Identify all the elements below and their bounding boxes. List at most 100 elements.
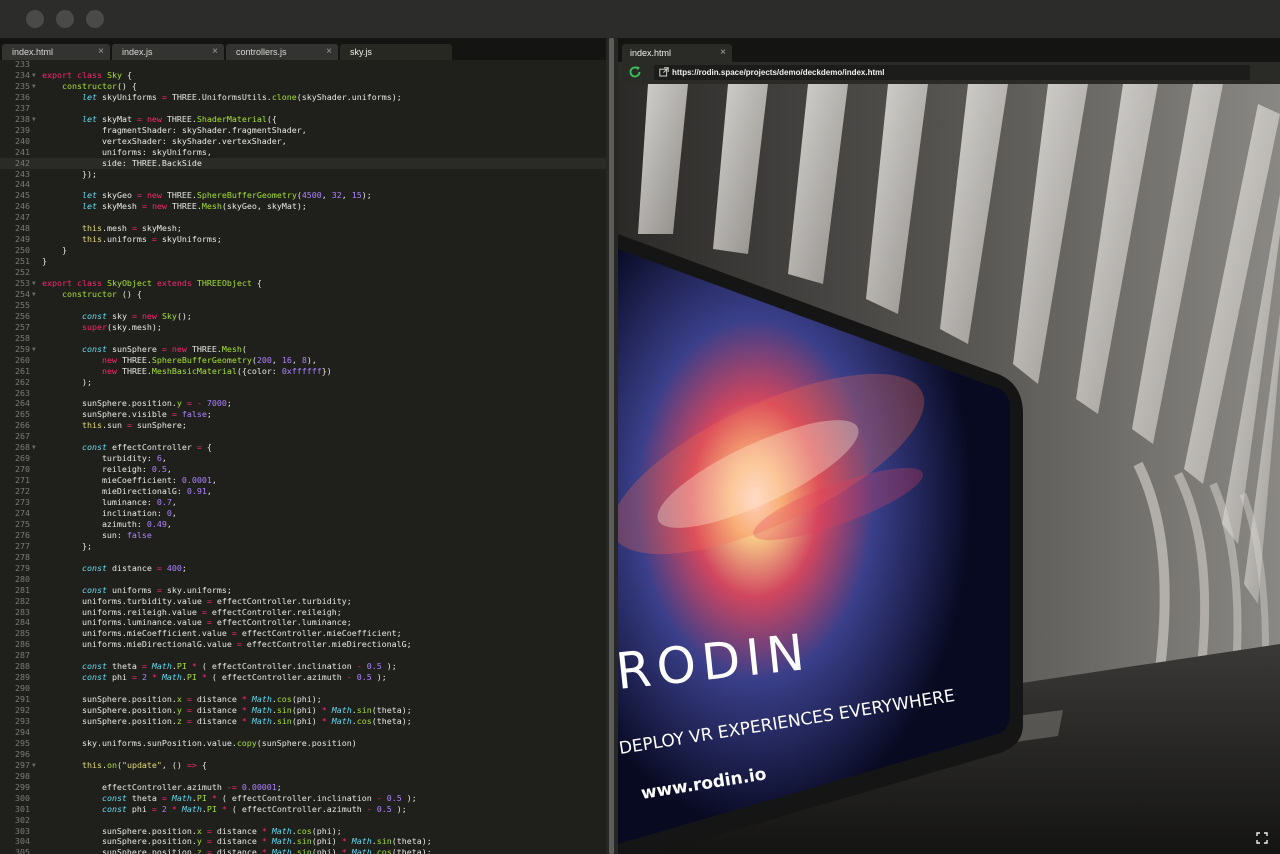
code-line[interactable]: 248 this.mesh = skyMesh;	[0, 223, 606, 234]
code-line[interactable]: 283 uniforms.reileigh.value = effectCont…	[0, 607, 606, 618]
code-line[interactable]: 278	[0, 552, 606, 563]
code-line[interactable]: 263	[0, 388, 606, 399]
code-line[interactable]: 287	[0, 650, 606, 661]
minimize-window-button[interactable]	[56, 10, 74, 28]
code-editor[interactable]: 233 234 ▼ export class Sky {235 ▼ constructo…	[0, 60, 606, 854]
code-line[interactable]: 292 sunSphere.position.y = distance * Ma…	[0, 705, 606, 716]
code-line[interactable]: 277 };	[0, 541, 606, 552]
code-line[interactable]: 305 sunSphere.position.z = distance * Ma…	[0, 847, 606, 854]
code-line[interactable]: 235 ▼ constructor() {	[0, 81, 606, 92]
code-line[interactable]: 256 const sky = new Sky();	[0, 311, 606, 322]
code-line[interactable]: 234 ▼ export class Sky {	[0, 70, 606, 81]
code-line[interactable]: 284 uniforms.luminance.value = effectCon…	[0, 617, 606, 628]
code-line[interactable]: 236 let skyUniforms = THREE.UniformsUtil…	[0, 92, 606, 103]
code-line[interactable]: 298	[0, 771, 606, 782]
code-line[interactable]: 302	[0, 815, 606, 826]
close-icon[interactable]: ×	[326, 46, 332, 57]
close-icon[interactable]: ×	[98, 46, 104, 57]
code-line[interactable]: 245 let skyGeo = new THREE.SphereBufferG…	[0, 190, 606, 201]
code-line[interactable]: 252	[0, 267, 606, 278]
maximize-window-button[interactable]	[86, 10, 104, 28]
code-line[interactable]: 282 uniforms.turbidity.value = effectCon…	[0, 596, 606, 607]
code-line[interactable]: 303 sunSphere.position.x = distance * Ma…	[0, 826, 606, 837]
code-line[interactable]: 276 sun: false	[0, 530, 606, 541]
fold-arrow-icon[interactable]: ▼	[32, 344, 36, 355]
code-line[interactable]: 273 luminance: 0.7,	[0, 497, 606, 508]
code-line[interactable]: 296	[0, 749, 606, 760]
code-line[interactable]: 293 sunSphere.position.z = distance * Ma…	[0, 716, 606, 727]
vr-scene-viewport[interactable]: RODIN DEPLOY VR EXPERIENCES EVERYWHERE w…	[618, 84, 1280, 854]
fold-arrow-icon[interactable]: ▼	[32, 278, 36, 289]
code-line[interactable]: 279 const distance = 400;	[0, 563, 606, 574]
address-bar[interactable]: https://rodin.space/projects/demo/deckde…	[654, 65, 1250, 80]
code-line[interactable]: 297 ▼ this.on("update", () => {	[0, 760, 606, 771]
code-line[interactable]: 295 sky.uniforms.sunPosition.value.copy(…	[0, 738, 606, 749]
editor-tab-index-html[interactable]: index.html ×	[2, 44, 110, 60]
code-line[interactable]: 299 effectController.azimuth -= 0.00001;	[0, 782, 606, 793]
code-line[interactable]: 264 sunSphere.position.y = - 7000;	[0, 398, 606, 409]
code-line[interactable]: 304 sunSphere.position.y = distance * Ma…	[0, 836, 606, 847]
code-line[interactable]: 240 vertexShader: skyShader.vertexShader…	[0, 136, 606, 147]
fold-arrow-icon[interactable]: ▼	[32, 760, 36, 771]
code-line[interactable]: 294	[0, 727, 606, 738]
code-line[interactable]: 270 reileigh: 0.5,	[0, 464, 606, 475]
code-line[interactable]: 300 const theta = Math.PI * ( effectCont…	[0, 793, 606, 804]
code-line[interactable]: 291 sunSphere.position.x = distance * Ma…	[0, 694, 606, 705]
code-line[interactable]: 269 turbidity: 6,	[0, 453, 606, 464]
editor-tab-controllers-js[interactable]: controllers.js ×	[226, 44, 338, 60]
editor-scrollbar[interactable]	[609, 38, 614, 854]
fold-arrow-icon[interactable]: ▼	[32, 289, 36, 300]
code-line[interactable]: 290	[0, 683, 606, 694]
code-line[interactable]: 244	[0, 179, 606, 190]
code-line[interactable]: 253 ▼ export class SkyObject extends THREE…	[0, 278, 606, 289]
browser-tab-index-html[interactable]: index.html ×	[622, 44, 732, 62]
code-line[interactable]: 243 });	[0, 169, 606, 180]
close-icon[interactable]: ×	[212, 46, 218, 57]
code-line[interactable]: 251}	[0, 256, 606, 267]
code-line[interactable]: 255	[0, 300, 606, 311]
code-line[interactable]: 267	[0, 431, 606, 442]
code-line[interactable]: 250 }	[0, 245, 606, 256]
code-line[interactable]: 249 this.uniforms = skyUniforms;	[0, 234, 606, 245]
code-line[interactable]: 254 ▼ constructor () {	[0, 289, 606, 300]
code-line[interactable]: 261 new THREE.MeshBasicMaterial({color: …	[0, 366, 606, 377]
fullscreen-icon[interactable]	[1256, 832, 1268, 844]
code-line[interactable]: 281 const uniforms = sky.uniforms;	[0, 585, 606, 596]
code-line[interactable]: 272 mieDirectionalG: 0.91,	[0, 486, 606, 497]
code-line[interactable]: 286 uniforms.mieDirectionalG.value = eff…	[0, 639, 606, 650]
editor-tab-sky-js[interactable]: sky.js	[340, 44, 452, 60]
code-line[interactable]: 241 uniforms: skyUniforms,	[0, 147, 606, 158]
code-line[interactable]: 262 );	[0, 377, 606, 388]
code-line[interactable]: 259 ▼ const sunSphere = new THREE.Mesh(	[0, 344, 606, 355]
code-line[interactable]: 247	[0, 212, 606, 223]
fold-arrow-icon[interactable]: ▼	[32, 114, 36, 125]
code-line[interactable]: 233	[0, 60, 606, 70]
code-line[interactable]: 260 new THREE.SphereBufferGeometry(200, …	[0, 355, 606, 366]
line-number: 243	[15, 168, 30, 179]
code-line[interactable]: 288 const theta = Math.PI * ( effectCont…	[0, 661, 606, 672]
fold-arrow-icon[interactable]: ▼	[32, 70, 36, 81]
code-line[interactable]: 265 sunSphere.visible = false;	[0, 409, 606, 420]
close-window-button[interactable]	[26, 10, 44, 28]
code-line[interactable]: 285 uniforms.mieCoefficient.value = effe…	[0, 628, 606, 639]
code-line[interactable]: 242 side: THREE.BackSide	[0, 157, 606, 169]
code-line[interactable]: 301 const phi = 2 * Math.PI * ( effectCo…	[0, 804, 606, 815]
code-line[interactable]: 237	[0, 103, 606, 114]
code-line[interactable]: 238 ▼ let skyMat = new THREE.ShaderMateri…	[0, 114, 606, 125]
code-line[interactable]: 280	[0, 574, 606, 585]
code-line[interactable]: 258	[0, 333, 606, 344]
code-line[interactable]: 246 let skyMesh = new THREE.Mesh(skyGeo,…	[0, 201, 606, 212]
editor-tab-index-js[interactable]: index.js ×	[112, 44, 224, 60]
code-line[interactable]: 271 mieCoefficient: 0.0001,	[0, 475, 606, 486]
reload-icon[interactable]	[628, 65, 642, 79]
code-line[interactable]: 274 inclination: 0,	[0, 508, 606, 519]
fold-arrow-icon[interactable]: ▼	[32, 442, 36, 453]
code-line[interactable]: 289 const phi = 2 * Math.PI * ( effectCo…	[0, 672, 606, 683]
code-line[interactable]: 257 super(sky.mesh);	[0, 322, 606, 333]
code-line[interactable]: 268 ▼ const effectController = {	[0, 442, 606, 453]
code-line[interactable]: 239 fragmentShader: skyShader.fragmentSh…	[0, 125, 606, 136]
code-line[interactable]: 266 this.sun = sunSphere;	[0, 420, 606, 431]
fold-arrow-icon[interactable]: ▼	[32, 81, 36, 92]
code-line[interactable]: 275 azimuth: 0.49,	[0, 519, 606, 530]
close-icon[interactable]: ×	[720, 47, 726, 58]
